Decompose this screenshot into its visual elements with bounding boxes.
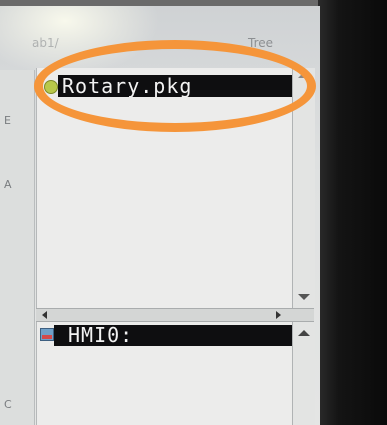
scroll-left-icon[interactable] xyxy=(42,311,47,319)
horizontal-scrollbar[interactable] xyxy=(36,308,314,322)
left-panel-strip: E A C xyxy=(0,70,35,425)
left-strip-mark: E xyxy=(4,114,11,127)
left-strip-mark: C xyxy=(4,398,12,411)
highlight-annotation-ellipse xyxy=(34,40,316,132)
drive-icon xyxy=(40,328,54,341)
monitor-bezel-right xyxy=(318,0,387,425)
tree-list-item-selected[interactable]: HMI0: xyxy=(54,325,292,346)
scroll-up-icon[interactable] xyxy=(298,330,310,336)
scroll-down-icon[interactable] xyxy=(298,294,310,300)
tree-list-vertical-scrollbar[interactable] xyxy=(292,322,315,425)
scroll-right-icon[interactable] xyxy=(276,311,281,319)
left-strip-mark: A xyxy=(4,178,12,191)
header-left-label: ab1/ xyxy=(32,36,59,50)
